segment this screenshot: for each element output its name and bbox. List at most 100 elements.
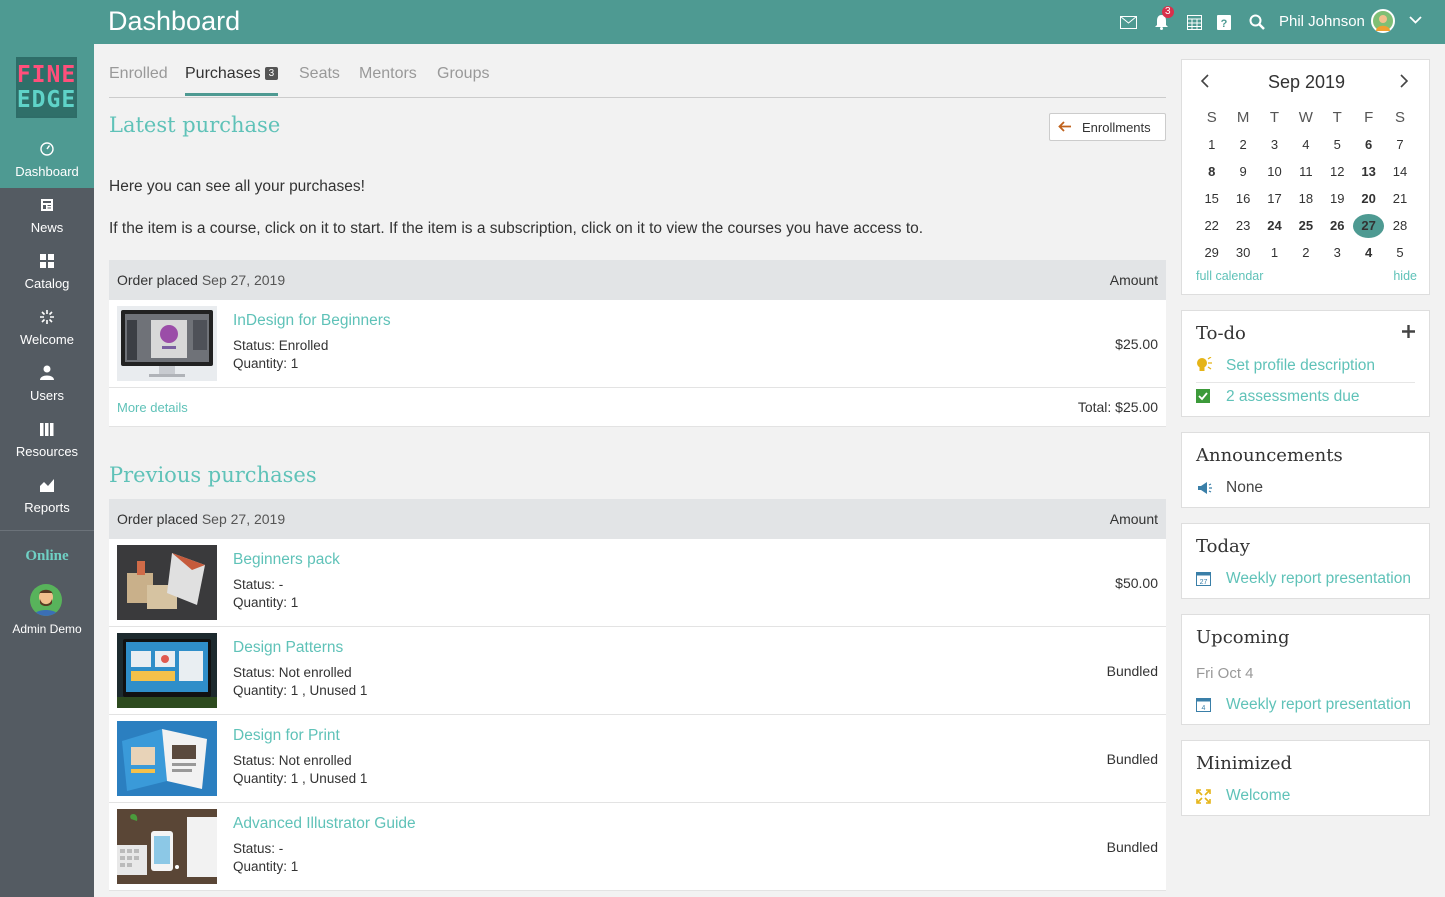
calendar-day[interactable]: 2 <box>1227 137 1258 152</box>
calendar-day[interactable]: 26 <box>1322 218 1353 233</box>
order-date: Sep 27, 2019 <box>201 272 286 288</box>
course-thumbnail[interactable] <box>117 545 217 620</box>
chevron-right-icon[interactable] <box>1400 74 1409 93</box>
sidebar-item-resources[interactable]: Resources <box>0 412 94 468</box>
calendar-day[interactable]: 27 <box>1352 213 1385 238</box>
enrollments-button[interactable]: Enrollments <box>1049 113 1166 141</box>
calendar-day[interactable]: 14 <box>1384 164 1415 179</box>
item-status: Status: Not enrolled <box>233 753 352 768</box>
calendar-day[interactable]: 19 <box>1322 191 1353 206</box>
calendar-day[interactable]: 1 <box>1196 137 1227 152</box>
user-avatar[interactable] <box>1371 9 1395 33</box>
tab-enrolled[interactable]: Enrolled <box>109 65 168 93</box>
sidebar-item-news[interactable]: News <box>0 188 94 244</box>
calendar-day[interactable]: 1 <box>1259 245 1290 260</box>
course-thumbnail[interactable] <box>117 306 217 381</box>
calendar-day[interactable]: 5 <box>1322 137 1353 152</box>
calendar-day[interactable]: 3 <box>1322 245 1353 260</box>
calendar-day[interactable]: 12 <box>1322 164 1353 179</box>
quantity-value: 1 , Unused 1 <box>290 771 368 786</box>
calendar-icon[interactable] <box>1187 12 1202 32</box>
table-row[interactable]: Beginners pack Status: - Quantity: 1 $50… <box>109 539 1166 627</box>
calendar-day[interactable]: 5 <box>1384 245 1415 260</box>
full-calendar-link[interactable]: full calendar <box>1196 269 1263 283</box>
tab-mentors[interactable]: Mentors <box>359 65 417 93</box>
calendar-day[interactable]: 30 <box>1227 245 1258 260</box>
calendar-day[interactable]: 11 <box>1290 164 1321 179</box>
calendar-day[interactable]: 21 <box>1384 191 1415 206</box>
calendar-day[interactable]: 9 <box>1227 164 1258 179</box>
calendar-day[interactable]: 24 <box>1259 218 1290 233</box>
calendar-grid: S M T W T F S 1 2 3 4 5 6 7 8 9 10 11 12 13 14 15 16 17 18 19 20 21… <box>1196 104 1416 266</box>
logo[interactable]: FINE EDGE <box>16 57 77 118</box>
upcoming-event-link[interactable]: Weekly report presentation <box>1226 696 1411 714</box>
avatar[interactable] <box>30 584 62 616</box>
main-content: Enrolled Purchases 3 Seats Mentors Groups… <box>94 44 1181 897</box>
item-title[interactable]: Beginners pack <box>233 551 340 569</box>
calendar-day[interactable]: 13 <box>1353 164 1384 179</box>
calendar-day[interactable]: 17 <box>1259 191 1290 206</box>
sidebar-item-users[interactable]: Users <box>0 356 94 412</box>
sidebar-item-reports[interactable]: Reports <box>0 468 94 524</box>
calendar-day[interactable]: 23 <box>1227 218 1258 233</box>
calendar-day[interactable]: 25 <box>1290 218 1321 233</box>
user-name[interactable]: Phil Johnson <box>1279 13 1365 30</box>
calendar-day[interactable]: 3 <box>1259 137 1290 152</box>
item-title[interactable]: Advanced Illustrator Guide <box>233 815 416 833</box>
calendar-day[interactable]: 6 <box>1353 137 1384 152</box>
course-thumbnail[interactable] <box>117 721 217 796</box>
calendar-today[interactable]: 27 <box>1352 213 1385 238</box>
calendar-day[interactable]: 8 <box>1196 164 1227 179</box>
more-details-link[interactable]: More details <box>117 400 188 415</box>
calendar-day[interactable]: 7 <box>1384 137 1415 152</box>
todo-card: To-do Set profile description 2 assessme… <box>1181 310 1430 417</box>
sidebar-item-dashboard[interactable]: Dashboard <box>0 132 94 188</box>
order-header: Order placed Sep 27, 2019 Amount <box>109 260 1166 300</box>
table-row[interactable]: Design for Print Status: Not enrolled Qu… <box>109 715 1166 803</box>
table-row[interactable]: Advanced Illustrator Guide Status: - Qua… <box>109 803 1166 891</box>
status-value: Not enrolled <box>278 753 352 768</box>
calendar-day[interactable]: 2 <box>1290 245 1321 260</box>
tab-groups[interactable]: Groups <box>437 65 489 93</box>
item-title[interactable]: InDesign for Beginners <box>233 312 391 330</box>
todo-item[interactable]: Set profile description <box>1226 357 1375 375</box>
calendar-day[interactable]: 16 <box>1227 191 1258 206</box>
calendar-day[interactable]: 10 <box>1259 164 1290 179</box>
course-thumbnail[interactable] <box>117 809 217 884</box>
help-icon[interactable]: ? <box>1217 12 1231 32</box>
search-icon[interactable] <box>1249 12 1265 32</box>
status-value: - <box>278 577 284 592</box>
add-icon[interactable] <box>1402 325 1415 343</box>
tab-label: Purchases <box>185 65 261 82</box>
calendar-week-row: 15 16 17 18 19 20 21 <box>1196 185 1416 212</box>
online-user-name[interactable]: Admin Demo <box>0 622 94 636</box>
calendar-day[interactable]: 20 <box>1353 191 1384 206</box>
todo-item[interactable]: 2 assessments due <box>1226 388 1360 406</box>
tab-seats[interactable]: Seats <box>299 65 340 93</box>
calendar-week-row: 8 9 10 11 12 13 14 <box>1196 158 1416 185</box>
sidebar-item-welcome[interactable]: Welcome <box>0 300 94 356</box>
calendar-day[interactable]: 4 <box>1290 137 1321 152</box>
today-event-link[interactable]: Weekly report presentation <box>1226 570 1411 588</box>
calendar-day[interactable]: 18 <box>1290 191 1321 206</box>
table-row[interactable]: Design Patterns Status: Not enrolled Qua… <box>109 627 1166 715</box>
online-label: Online <box>25 548 69 564</box>
mail-icon[interactable] <box>1120 12 1137 32</box>
table-row[interactable]: InDesign for Beginners Status: Enrolled … <box>109 300 1166 388</box>
hide-calendar-link[interactable]: hide <box>1393 269 1417 283</box>
item-title[interactable]: Design for Print <box>233 727 340 745</box>
course-thumbnail[interactable] <box>117 633 217 708</box>
calendar-day[interactable]: 29 <box>1196 245 1227 260</box>
calendar-day[interactable]: 22 <box>1196 218 1227 233</box>
calendar-day[interactable]: 28 <box>1384 218 1415 233</box>
resources-icon <box>39 422 55 440</box>
tab-purchases[interactable]: Purchases 3 <box>185 65 279 96</box>
amount-header: Amount <box>1109 272 1158 288</box>
minimized-item-link[interactable]: Welcome <box>1226 787 1290 805</box>
item-title[interactable]: Design Patterns <box>233 639 343 657</box>
calendar-day[interactable]: 15 <box>1196 191 1227 206</box>
news-icon <box>40 198 54 216</box>
sidebar-item-catalog[interactable]: Catalog <box>0 244 94 300</box>
calendar-day[interactable]: 4 <box>1353 245 1384 260</box>
chevron-down-icon[interactable] <box>1409 11 1422 27</box>
